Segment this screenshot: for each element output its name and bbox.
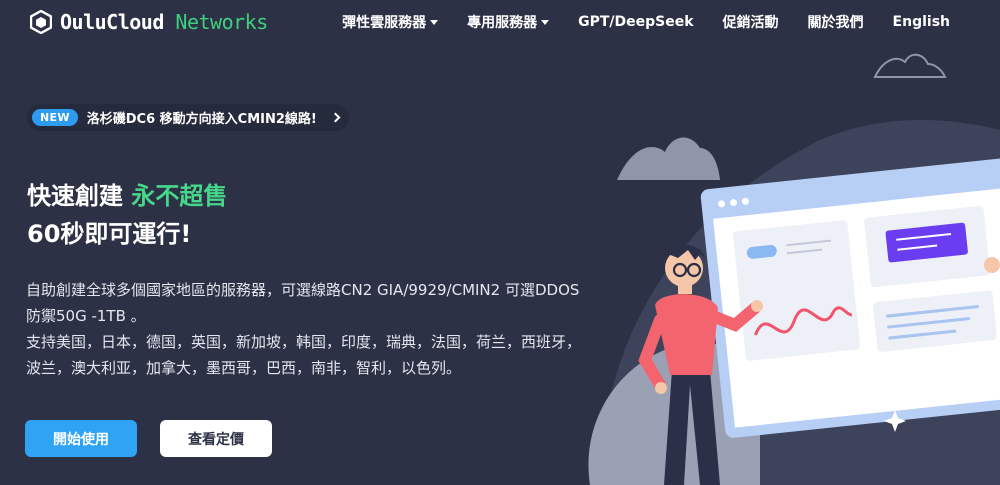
nav-item-about[interactable]: 關於我們 — [808, 12, 864, 32]
announcement-pill[interactable]: NEW 洛杉磯DC6 移動方向接入CMIN2線路! — [27, 104, 349, 131]
brand-name-primary: OuluCloud — [60, 10, 164, 34]
cube-logo-icon — [30, 10, 52, 34]
nav-item-promotions[interactable]: 促銷活動 — [723, 12, 779, 32]
hero-desc-line1: 自助創建全球多個國家地區的服務器，可選線路CN2 GIA/9929/CMIN2 … — [26, 281, 580, 325]
nav-item-label: 彈性雲服務器 — [342, 15, 427, 31]
nav-item-gpt[interactable]: GPT/DeepSeek — [578, 14, 693, 30]
nav-item-english[interactable]: English — [893, 14, 950, 30]
nav-item-label: 關於我們 — [807, 15, 864, 31]
hero-title-line2: 60秒即可運行! — [27, 220, 192, 248]
nav-item-label: 專用服務器 — [467, 15, 538, 31]
nav-item-dedicated-servers[interactable]: 專用服務器 — [467, 12, 550, 32]
cloud-mid-shape — [617, 137, 720, 180]
hand-graphic — [984, 257, 1000, 273]
get-started-button[interactable]: 開始使用 — [25, 420, 137, 457]
hero-desc-line2: 支持美国，日本，德国，英国，新加坡，韩国，印度，瑞典，法国，荷兰，西班牙，波兰，… — [26, 333, 582, 377]
main-nav: 彈性雲服務器 專用服務器 GPT/DeepSeek 促銷活動 關於我們 Engl… — [342, 12, 950, 32]
nav-item-label: English — [892, 14, 950, 30]
hero-description: 自助創建全球多個國家地區的服務器，可選線路CN2 GIA/9929/CMIN2 … — [26, 277, 586, 381]
brand-logo[interactable]: OuluCloud Networks — [30, 9, 268, 35]
caret-down-icon — [541, 19, 550, 25]
view-pricing-button[interactable]: 查看定價 — [160, 420, 272, 457]
hero-illustration — [588, 53, 1000, 485]
hero-title-highlight: 永不超售 — [131, 182, 228, 210]
browser-window-graphic — [700, 158, 1000, 438]
brand-name: OuluCloud Networks — [60, 10, 268, 34]
hero-title-part1: 快速創建 — [27, 182, 132, 210]
nav-item-elastic-cloud[interactable]: 彈性雲服務器 — [342, 12, 439, 32]
caret-down-icon — [430, 19, 439, 25]
nav-item-label: GPT/DeepSeek — [578, 14, 694, 30]
brand-name-secondary: Networks — [175, 10, 268, 34]
new-badge: NEW — [32, 109, 78, 126]
hero-title: 快速創建 永不超售 60秒即可運行! — [27, 177, 227, 253]
cloud-top-shape — [873, 53, 947, 78]
chevron-right-icon — [330, 112, 341, 123]
landing-page: OuluCloud Networks 彈性雲服務器 專用服務器 GPT/Deep… — [0, 0, 1000, 485]
nav-item-label: 促銷活動 — [722, 15, 779, 31]
announcement-text: 洛杉磯DC6 移動方向接入CMIN2線路! — [86, 112, 317, 127]
